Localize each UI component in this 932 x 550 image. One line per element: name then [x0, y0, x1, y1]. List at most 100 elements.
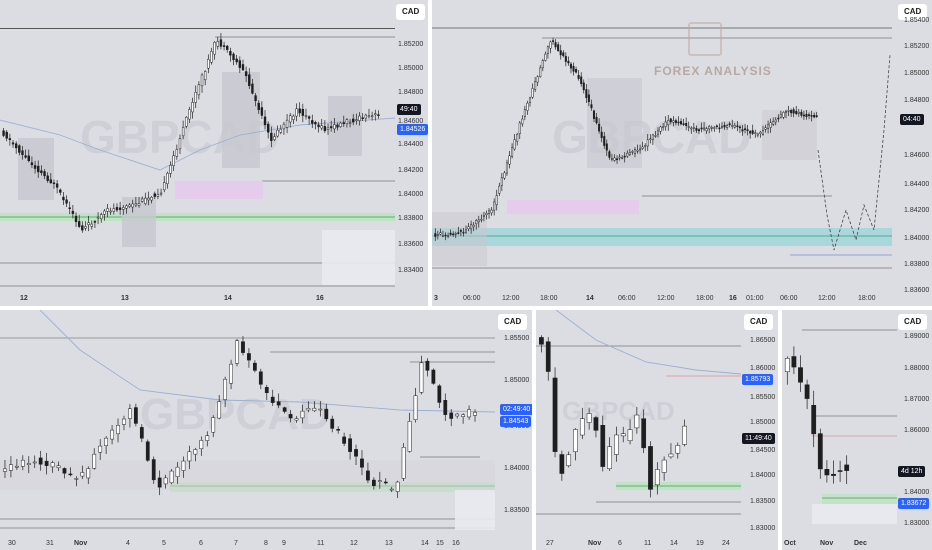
symbol-button[interactable]: CAD — [498, 314, 528, 330]
candle-body — [536, 76, 539, 83]
chart-panel-weekly[interactable]: CAD 1.89000 1.88000 1.87000 1.86000 1.84… — [782, 310, 932, 550]
price-label: 1.84200 — [398, 167, 424, 174]
candle-body — [27, 155, 30, 162]
candle-body — [467, 226, 470, 230]
candle-body — [128, 204, 131, 207]
candle-body — [342, 436, 347, 444]
candle-body — [467, 409, 471, 418]
chart-canvas-2[interactable] — [432, 0, 932, 306]
candle-body — [710, 127, 713, 129]
candle-body — [470, 224, 473, 230]
candle-body — [436, 234, 439, 236]
candle-body — [49, 179, 53, 184]
candle-body — [254, 95, 257, 101]
candle-body — [247, 353, 251, 361]
time-label: 12 — [350, 540, 358, 547]
candle-body — [761, 130, 764, 135]
chart-panel-4h[interactable]: GBPCAD CAD 1.85500 1.85000 1.84500 1.840… — [0, 310, 532, 550]
symbol-button[interactable]: CAD — [396, 4, 426, 20]
candle-body — [266, 123, 270, 133]
time-label: 18:00 — [858, 295, 876, 302]
chart-panel-daily[interactable]: GBPCAD CAD 1.86500 1.86000 1.85500 1.850… — [536, 310, 778, 550]
candle-body — [641, 146, 644, 149]
candle-body — [759, 131, 762, 134]
candle-body — [534, 81, 537, 90]
chart-panel-1h[interactable]: GBPCAD CAD 1.85200 1.85000 1.84800 1.846… — [0, 0, 428, 306]
time-label: 12:00 — [657, 295, 675, 302]
candle-body — [323, 126, 327, 132]
candle-body — [241, 64, 245, 71]
chart-canvas-1[interactable] — [0, 0, 428, 306]
candle-body — [621, 157, 624, 159]
candle-body — [187, 451, 192, 462]
candle-body — [360, 458, 364, 468]
candle-body — [84, 226, 87, 229]
candle-body — [128, 408, 132, 419]
candle-body — [682, 425, 687, 445]
time-label: 14 — [670, 540, 678, 547]
candle-body — [20, 459, 25, 467]
projection-path — [817, 54, 891, 251]
price-label: 1.85000 — [904, 70, 930, 77]
candle-body — [140, 198, 144, 202]
candle-body — [461, 414, 466, 417]
candle-body — [769, 122, 772, 128]
candle-body — [605, 143, 608, 151]
candle-body — [43, 171, 46, 177]
candle-body — [577, 75, 580, 79]
candle-body — [292, 115, 295, 120]
candle-body — [795, 110, 798, 114]
candle-body — [767, 124, 770, 129]
candle-body — [205, 435, 210, 441]
candle-body — [5, 131, 8, 139]
symbol-button[interactable]: CAD — [898, 314, 928, 330]
time-label: 16 — [316, 295, 324, 302]
candle-body — [32, 461, 37, 464]
price-label: 1.85000 — [504, 377, 530, 384]
candle-body — [600, 131, 603, 138]
candle-body — [235, 340, 239, 364]
candle-body — [634, 414, 640, 429]
candle-body — [654, 469, 660, 486]
candle-body — [669, 118, 672, 123]
candle-body — [557, 44, 560, 52]
candle-body — [526, 102, 529, 111]
candle-body — [181, 460, 186, 471]
price-label: 1.86500 — [750, 337, 776, 344]
candle-body — [434, 233, 437, 237]
candle-body — [109, 210, 112, 213]
time-label: 6 — [618, 540, 622, 547]
symbol-button[interactable]: CAD — [744, 314, 774, 330]
candle-body — [336, 429, 341, 431]
candle-body — [641, 418, 647, 449]
chart-panel-15m[interactable]: GBPCAD FOREX ANALYSIS CAD 1.85400 1.8520… — [432, 0, 932, 306]
candle-body — [263, 116, 267, 126]
candle-body — [493, 201, 496, 211]
candle-body — [437, 385, 442, 403]
candle-body — [44, 460, 49, 466]
candle-body — [371, 479, 376, 486]
chart-canvas-4[interactable] — [536, 310, 778, 550]
candle-body — [772, 121, 775, 125]
forex-analysis-logo: FOREX ANALYSIS — [654, 64, 772, 78]
candle-body — [813, 114, 816, 118]
price-label: 1.83800 — [398, 215, 424, 222]
candle-body — [718, 127, 721, 130]
candle-body — [56, 465, 61, 469]
time-label: 3 — [434, 295, 438, 302]
candle-body — [731, 125, 734, 127]
time-label: 14 — [421, 540, 429, 547]
candle-body — [562, 52, 565, 57]
time-label: Nov — [74, 540, 88, 547]
candle-body — [251, 83, 254, 94]
candle-body — [800, 111, 803, 116]
chart-canvas-3[interactable] — [0, 310, 532, 550]
candle-body — [377, 480, 382, 482]
candle-body — [475, 220, 478, 224]
candle-body — [754, 132, 757, 134]
candle-body — [567, 60, 570, 64]
candle-body — [104, 437, 109, 446]
candle-body — [454, 233, 457, 235]
candle-body — [270, 132, 273, 141]
candle-body — [207, 59, 210, 69]
